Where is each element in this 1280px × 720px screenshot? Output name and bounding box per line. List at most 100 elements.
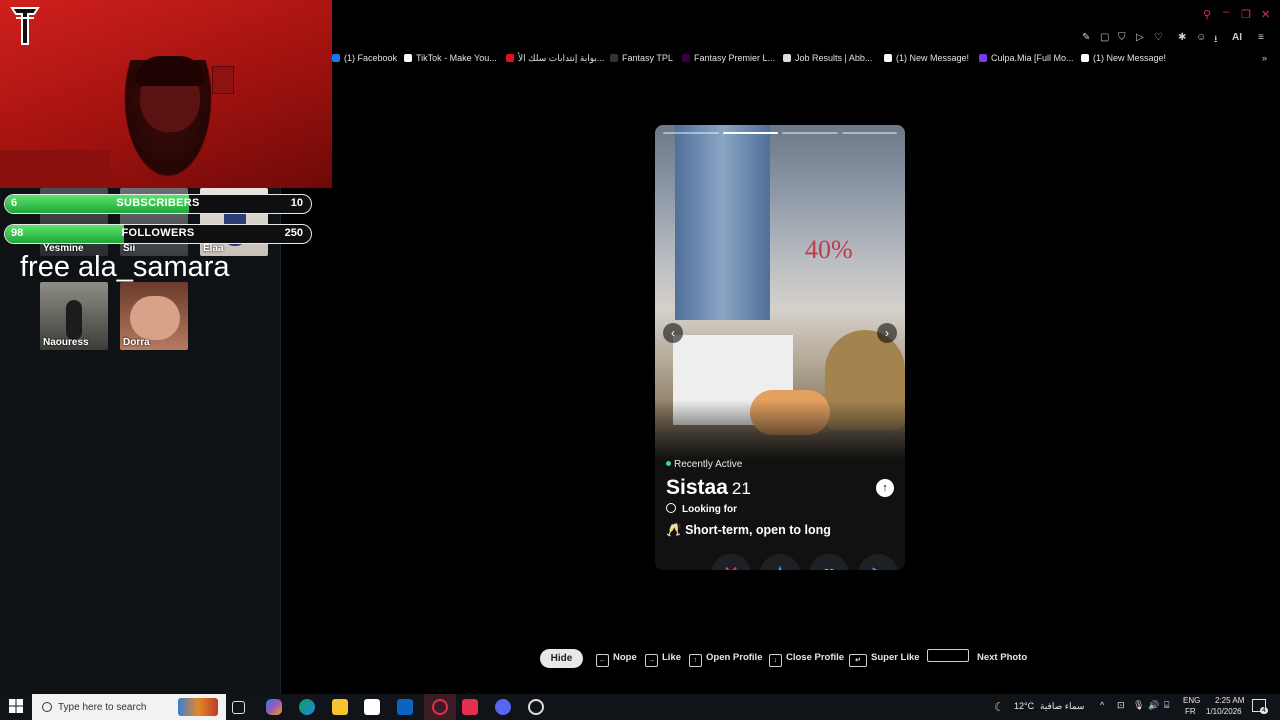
photo-jeans — [675, 125, 770, 320]
puzzle-icon[interactable]: ✱ — [1178, 32, 1186, 43]
photo-progress-segment — [722, 132, 778, 134]
weather-description[interactable]: سماء صافية — [1040, 701, 1084, 712]
looking-for-row: Looking for — [666, 503, 737, 515]
keyboard-layout[interactable]: FR — [1185, 707, 1196, 716]
bookmark-label: (1) New Message! — [1093, 53, 1167, 63]
ai-button[interactable]: AI — [1232, 32, 1242, 43]
previous-photo-button[interactable]: ‹ — [663, 323, 683, 343]
outlook-icon[interactable] — [397, 699, 413, 715]
play-icon[interactable]: ▷ — [1136, 32, 1144, 43]
search-icon — [783, 54, 791, 62]
bookmark-tn-portal[interactable]: بوابة إنتدابات سلك الأ... — [506, 53, 604, 64]
heart-icon[interactable]: ♡ — [1154, 32, 1163, 43]
download-icon[interactable]: ⭳ — [1214, 32, 1218, 49]
maximize-icon[interactable]: ❐ — [1241, 8, 1251, 21]
nope-button[interactable]: ✕ — [711, 554, 751, 570]
network-icon[interactable]: ⌸ — [1164, 700, 1169, 711]
active-dot-icon — [666, 461, 671, 466]
obs-icon[interactable] — [528, 699, 544, 715]
window-controls: ⚲ – ❐ ✕ — [1203, 6, 1273, 22]
up-arrow-key-icon: ↑ — [689, 654, 702, 667]
close-icon[interactable]: ✕ — [1261, 8, 1270, 21]
bookmark-label: Job Results | Abb... — [795, 53, 873, 63]
weather-temperature[interactable]: 12°C — [1014, 701, 1034, 711]
bookmark-facebook[interactable]: (1) Facebook — [332, 53, 397, 63]
copilot-icon[interactable] — [266, 699, 282, 715]
shortcut-next-photo: Next Photo — [927, 649, 1027, 667]
clock-time[interactable]: 2:25 AM — [1215, 696, 1244, 705]
pin-icon[interactable]: ✎ — [1082, 32, 1090, 43]
webcam-background-shelf — [0, 150, 110, 188]
task-view-icon[interactable] — [232, 701, 245, 714]
show-hidden-icons-chevron-icon[interactable]: ^ — [1100, 700, 1104, 710]
shortcut-label: Like — [662, 652, 682, 663]
bookmark-tiktok[interactable]: TikTok - Make You... — [404, 53, 497, 63]
volume-icon[interactable]: 🔊 — [1148, 700, 1159, 711]
activity-status: Recently Active — [666, 459, 742, 470]
clock-date[interactable]: 1/10/2026 — [1206, 707, 1242, 716]
bookmark-label: Culpa.Mia [Full Mo... — [991, 53, 1074, 63]
like-button[interactable]: ♥ — [809, 554, 849, 570]
edge-icon[interactable] — [299, 699, 315, 715]
cheers-icon: 🥂 — [666, 523, 682, 537]
menu-icon[interactable]: ≡ — [1258, 32, 1264, 43]
file-explorer-icon[interactable] — [332, 699, 348, 715]
thumbnail-naouress: Naouress — [40, 282, 108, 350]
wps-office-icon[interactable] — [462, 699, 478, 715]
thumbnail-figure — [66, 300, 82, 340]
notification-count-badge: 4 — [1260, 707, 1268, 714]
bookmark-fantasy-tpl[interactable]: Fantasy TPL — [610, 53, 673, 63]
shortcut-label: Next Photo — [977, 652, 1028, 663]
open-profile-arrow-icon[interactable]: ↑ — [876, 479, 894, 497]
bookmark-label: (1) New Message! — [896, 53, 970, 63]
bookmark-label: بوابة إنتدابات سلك الأ... — [518, 53, 605, 63]
device-icon[interactable]: ⊡ — [1117, 700, 1125, 711]
right-arrow-key-icon: → — [645, 654, 658, 667]
hide-shortcuts-button[interactable]: Hide — [540, 649, 583, 668]
followers-goal-bar: 98 FOLLOWERS 250 — [4, 224, 312, 244]
bookmark-new-message-2[interactable]: (1) New Message! — [1081, 53, 1166, 63]
bookmarks-overflow-icon[interactable]: » — [1262, 53, 1267, 63]
profile-card[interactable]: 40% ‹ › Recently Active Sistaa 21 ↑ Looki… — [655, 125, 905, 570]
bookmark-culpa-mia[interactable]: Culpa.Mia [Full Mo... — [979, 53, 1074, 63]
channel-logo-icon — [10, 7, 40, 45]
bookmark-job-results[interactable]: Job Results | Abb... — [783, 53, 872, 63]
premier-league-icon — [682, 54, 690, 62]
bookmark-fantasy-premier[interactable]: Fantasy Premier L... — [682, 53, 775, 63]
bookmark-new-message[interactable]: (1) New Message! — [884, 53, 969, 63]
extension-icon[interactable]: ▢ — [1100, 32, 1109, 43]
boost-button[interactable]: ➤ — [858, 554, 898, 570]
search-highlight-icon — [178, 698, 218, 716]
profile-icon[interactable]: ☺ — [1196, 32, 1206, 43]
toolbar-extension-icons[interactable]: ✎ ▢ ⛉ ▷ ♡ ✱ ☺ ⭳ AI ≡ — [1080, 32, 1264, 45]
bookmark-label: Fantasy Premier L... — [694, 53, 776, 63]
photo-sale-sign: 40% — [805, 235, 853, 264]
subscribers-goal-bar: 6 SUBSCRIBERS 10 — [4, 194, 312, 214]
bookmark-label: (1) Facebook — [344, 53, 398, 63]
followers-label: FOLLOWERS — [121, 227, 195, 239]
profile-age: 21 — [731, 479, 751, 498]
profile-photo[interactable]: 40% ‹ › — [655, 125, 905, 460]
shield-icon[interactable]: ⛉ — [1118, 32, 1126, 43]
message-icon — [884, 54, 892, 62]
search-icon — [42, 702, 52, 712]
bookmark-label: TikTok - Make You... — [416, 53, 497, 63]
thumbnail-face — [130, 296, 180, 340]
shortcut-label: Close Profile — [786, 652, 845, 663]
search-icon[interactable]: ⚲ — [1203, 8, 1211, 21]
microphone-icon[interactable]: 🎙 — [1133, 700, 1144, 711]
opera-gx-icon — [432, 699, 448, 715]
minimize-icon[interactable]: – — [1223, 6, 1229, 18]
webcam-feed — [0, 0, 332, 188]
relationship-intent-text: Short-term, open to long — [685, 523, 831, 537]
taskbar-search-box[interactable]: Type here to search — [32, 694, 226, 720]
shortcut-label: Super Like — [871, 652, 920, 663]
discord-icon[interactable] — [495, 699, 511, 715]
microsoft-store-icon[interactable] — [364, 699, 380, 715]
next-photo-button[interactable]: › — [877, 323, 897, 343]
input-language[interactable]: ENG — [1183, 696, 1200, 705]
shortcut-super-like: ↵ Super Like — [849, 649, 920, 667]
super-like-button[interactable]: ★ — [760, 554, 800, 570]
shortcut-like: → Like — [645, 649, 681, 667]
windows-start-icon[interactable] — [8, 698, 24, 714]
